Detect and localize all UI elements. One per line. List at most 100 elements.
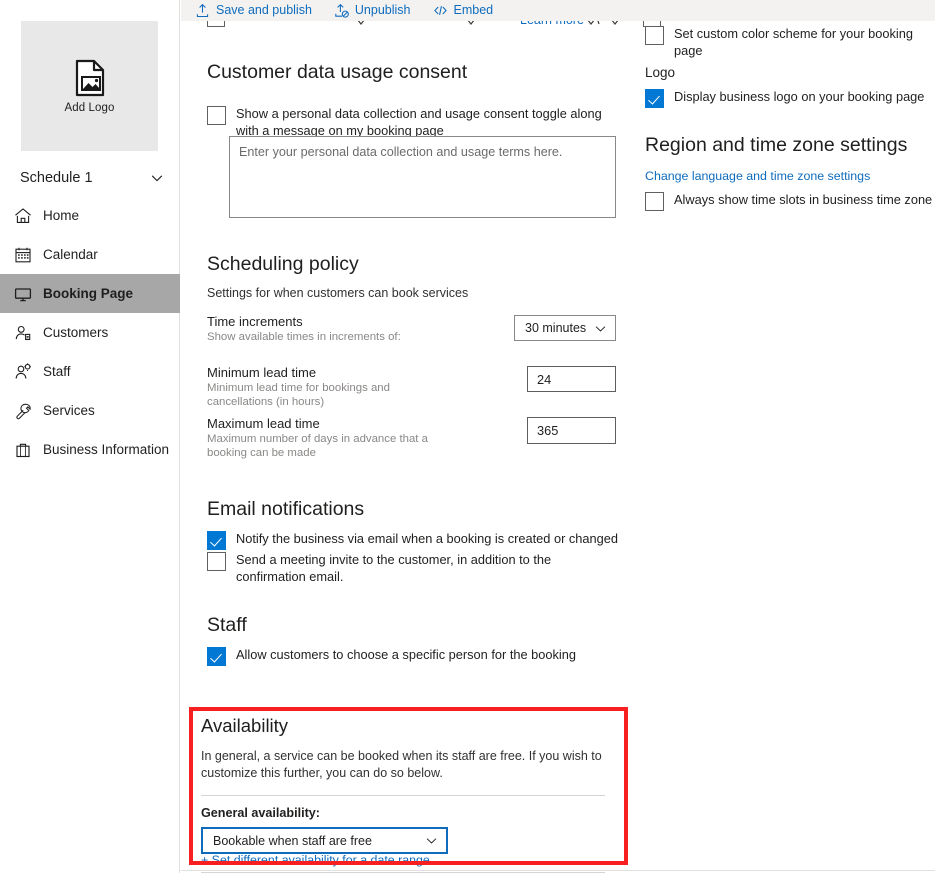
meeting-invite-checkbox[interactable] bbox=[207, 552, 226, 571]
availability-divider bbox=[201, 795, 605, 796]
schedule-name: Schedule 1 bbox=[20, 170, 93, 186]
general-availability-dropdown[interactable]: Bookable when staff are free bbox=[201, 827, 448, 854]
maximum-lead-time-input[interactable]: 365 bbox=[527, 417, 616, 444]
consent-heading: Customer data usage consent bbox=[207, 61, 468, 83]
display-logo-checkbox[interactable] bbox=[645, 89, 664, 108]
time-increments-value: 30 minutes bbox=[525, 321, 587, 335]
minimum-lead-time-input[interactable]: 24 bbox=[527, 366, 616, 392]
time-increments-title: Time increments bbox=[207, 314, 303, 329]
consent-terms-placeholder: Enter your personal data collection and … bbox=[239, 145, 563, 159]
general-availability-label: General availability: bbox=[201, 806, 320, 820]
color-scheme-checkbox[interactable] bbox=[645, 26, 664, 45]
availability-heading: Availability bbox=[201, 715, 289, 736]
meeting-invite-row[interactable]: Send a meeting invite to the customer, i… bbox=[207, 551, 619, 585]
maximum-lead-time-desc-line1: Maximum number of days in advance that a bbox=[207, 433, 428, 445]
business-timezone-row[interactable]: Always show time slots in business time … bbox=[645, 191, 935, 211]
settings-content: Learn more Customer data usage consent S… bbox=[181, 21, 935, 873]
chevron-down-icon bbox=[594, 322, 607, 335]
sidebar-item-home[interactable]: Home bbox=[0, 196, 180, 235]
unpublish-button[interactable]: Unpublish bbox=[334, 3, 411, 18]
staff-heading: Staff bbox=[207, 614, 247, 636]
sidebar-item-staff[interactable]: Staff bbox=[0, 352, 180, 391]
maximum-lead-time-field: Maximum lead time Maximum number of days… bbox=[207, 416, 507, 460]
home-icon bbox=[14, 207, 32, 225]
booking-page-settings-screen: Add Logo Schedule 1 Home Calendar Bookin… bbox=[0, 0, 935, 873]
sidebar-item-label: Home bbox=[43, 208, 80, 223]
person-contact-icon bbox=[14, 324, 32, 342]
logo-heading: Logo bbox=[645, 65, 676, 80]
allow-choose-staff-row[interactable]: Allow customers to choose a specific per… bbox=[207, 646, 627, 666]
minimum-lead-time-title: Minimum lead time bbox=[207, 365, 317, 380]
sidebar-nav: Home Calendar Booking Page Customers Sta… bbox=[0, 196, 180, 469]
availability-description: In general, a service can be booked when… bbox=[201, 749, 602, 780]
schedule-selector[interactable]: Schedule 1 bbox=[0, 160, 180, 196]
change-language-timezone-link[interactable]: Change language and time zone settings bbox=[645, 169, 870, 183]
sidebar-item-calendar[interactable]: Calendar bbox=[0, 235, 180, 274]
embed-label: Embed bbox=[453, 3, 494, 18]
business-timezone-label: Always show time slots in business time … bbox=[674, 192, 933, 207]
chevron-down-icon bbox=[425, 834, 438, 847]
time-increments-desc: Show available times in increments of: bbox=[207, 331, 401, 343]
command-bar: Save and publish Unpublish Embed bbox=[181, 0, 935, 21]
wrench-icon bbox=[14, 402, 32, 420]
unpublish-label: Unpublish bbox=[354, 3, 411, 18]
person-settings-icon bbox=[14, 362, 32, 381]
notify-business-checkbox[interactable] bbox=[207, 531, 226, 550]
sidebar-item-customers[interactable]: Customers bbox=[0, 313, 180, 352]
display-logo-label: Display business logo on your booking pa… bbox=[674, 89, 925, 104]
minimum-lead-time-field: Minimum lead time Minimum lead time for … bbox=[207, 365, 507, 409]
region-timezone-heading: Region and time zone settings bbox=[645, 134, 908, 156]
time-increments-field: Time increments Show available times in … bbox=[207, 314, 507, 344]
scheduling-policy-heading: Scheduling policy bbox=[207, 253, 359, 275]
publish-upload-icon bbox=[195, 3, 210, 18]
minimum-lead-time-value: 24 bbox=[537, 371, 552, 387]
general-availability-value: Bookable when staff are free bbox=[213, 833, 372, 848]
consent-checkbox-label: Show a personal data collection and usag… bbox=[236, 106, 602, 138]
sidebar-item-label: Customers bbox=[43, 325, 109, 340]
availability-panel: Availability In general, a service can b… bbox=[201, 715, 616, 854]
color-scheme-label: Set custom color scheme for your booking… bbox=[674, 26, 913, 58]
add-logo-tile[interactable]: Add Logo bbox=[21, 21, 158, 151]
maximum-lead-time-title: Maximum lead time bbox=[207, 416, 320, 431]
allow-choose-staff-label: Allow customers to choose a specific per… bbox=[236, 647, 577, 662]
notify-business-label: Notify the business via email when a boo… bbox=[236, 531, 618, 546]
save-and-publish-button[interactable]: Save and publish bbox=[195, 3, 312, 18]
consent-toggle-row[interactable]: Show a personal data collection and usag… bbox=[207, 105, 622, 139]
meeting-invite-label: Send a meeting invite to the customer, i… bbox=[236, 552, 552, 584]
business-timezone-checkbox[interactable] bbox=[645, 192, 664, 211]
color-scheme-row[interactable]: Set custom color scheme for your booking… bbox=[645, 25, 935, 59]
notify-business-row[interactable]: Notify the business via email when a boo… bbox=[207, 530, 627, 550]
save-and-publish-label: Save and publish bbox=[216, 3, 312, 18]
briefcase-icon bbox=[14, 441, 32, 459]
time-increments-dropdown[interactable]: 30 minutes bbox=[514, 315, 616, 341]
sidebar-item-booking-page[interactable]: Booking Page bbox=[0, 274, 180, 313]
add-image-icon bbox=[70, 58, 110, 98]
consent-terms-textarea[interactable]: Enter your personal data collection and … bbox=[229, 136, 616, 218]
minimum-lead-time-desc-line2: cancellations (in hours) bbox=[207, 396, 325, 408]
monitor-icon bbox=[14, 285, 32, 303]
embed-button[interactable]: Embed bbox=[433, 3, 494, 18]
add-logo-label: Add Logo bbox=[64, 102, 115, 114]
maximum-lead-time-value: 365 bbox=[537, 423, 559, 438]
sidebar-item-label: Business Information bbox=[43, 442, 170, 457]
email-notifications-heading: Email notifications bbox=[207, 498, 365, 520]
sidebar: Add Logo Schedule 1 Home Calendar Bookin… bbox=[0, 0, 180, 873]
display-logo-row[interactable]: Display business logo on your booking pa… bbox=[645, 88, 935, 108]
maximum-lead-time-desc-line2: booking can be made bbox=[207, 447, 316, 459]
allow-choose-staff-checkbox[interactable] bbox=[207, 647, 226, 666]
sidebar-item-services[interactable]: Services bbox=[0, 391, 180, 430]
set-date-range-availability-link[interactable]: + Set different availability for a date … bbox=[201, 853, 430, 867]
unpublish-icon bbox=[334, 3, 349, 18]
minimum-lead-time-desc-line1: Minimum lead time for bookings and bbox=[207, 382, 390, 394]
sidebar-item-label: Calendar bbox=[43, 247, 98, 262]
sidebar-item-label: Services bbox=[43, 403, 95, 418]
sidebar-item-label: Staff bbox=[43, 364, 71, 379]
calendar-icon bbox=[14, 246, 32, 264]
sidebar-item-label: Booking Page bbox=[43, 286, 134, 301]
consent-checkbox[interactable] bbox=[207, 106, 226, 125]
chevron-down-icon bbox=[150, 171, 164, 185]
scheduling-policy-subtitle: Settings for when customers can book ser… bbox=[207, 286, 469, 300]
sidebar-item-business-information[interactable]: Business Information bbox=[0, 430, 180, 469]
code-embed-icon bbox=[433, 3, 448, 18]
content-bottom-divider bbox=[181, 870, 935, 871]
